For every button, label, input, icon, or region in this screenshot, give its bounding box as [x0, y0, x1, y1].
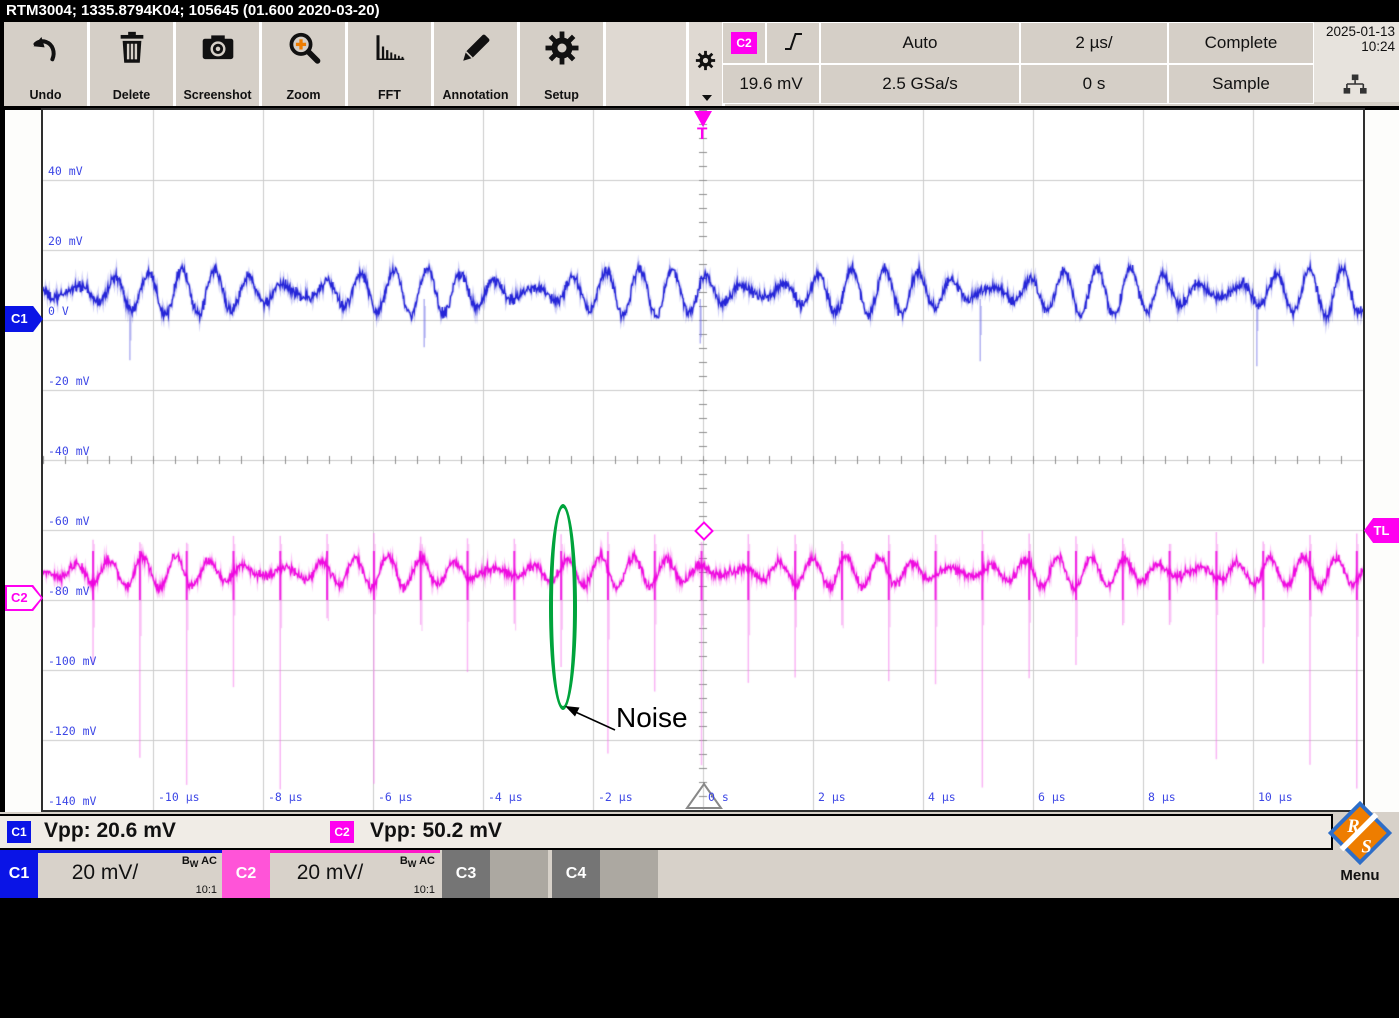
magnifier-icon — [262, 30, 345, 71]
channel-c1-settings[interactable]: 20 mV/ BW AC 10:1 — [38, 850, 222, 898]
trigger-mode-cell[interactable]: Auto — [820, 22, 1020, 64]
y-axis-label: 0 V — [48, 304, 69, 318]
annotation-button[interactable]: Annotation — [434, 22, 520, 106]
acquisition-state-cell: Complete — [1168, 22, 1314, 64]
undo-icon — [4, 30, 87, 71]
y-axis-label: 40 mV — [48, 164, 83, 178]
chevron-down-icon — [702, 95, 712, 101]
horizontal-position-cell[interactable]: 0 s — [1020, 64, 1168, 104]
trigger-t-label: T — [697, 124, 707, 144]
channel-c2-settings[interactable]: 20 mV/ BW AC 10:1 — [270, 850, 440, 898]
x-axis-label: 4 µs — [928, 790, 956, 804]
acquisition-mode-cell[interactable]: Sample — [1168, 64, 1314, 104]
x-axis-label: -4 µs — [488, 790, 523, 804]
noise-annotation-ellipse — [549, 504, 577, 710]
channel-c3-settings[interactable] — [490, 850, 548, 898]
c2-position-marker[interactable]: C2 — [5, 585, 43, 611]
channel-c3-button[interactable]: C3 — [442, 850, 490, 898]
noise-annotation-arrow — [555, 700, 621, 741]
menu-button[interactable]: RS Menu — [1322, 798, 1398, 898]
rising-edge-icon — [781, 29, 805, 58]
timebase-cell[interactable]: 2 µs/ — [1020, 22, 1168, 64]
x-axis-label: -2 µs — [598, 790, 633, 804]
time-text: 10:24 — [1314, 39, 1395, 54]
y-axis-label: -80 mV — [48, 584, 90, 598]
plot-area: T Noise 40 mV 20 mV 0 V -20 mV -40 mV -60 mV -… — [41, 108, 1365, 812]
datetime-display: 2025-01-13 10:24 — [1314, 22, 1399, 102]
measurement-bar: C1 Vpp: 20.6 mV C2 Vpp: 50.2 mV — [0, 814, 1333, 850]
trigger-level-cell[interactable]: 19.6 mV — [722, 64, 820, 104]
fft-button[interactable]: FFT — [348, 22, 434, 106]
svg-text:S: S — [1361, 837, 1371, 858]
channel-c4-settings[interactable] — [600, 850, 658, 898]
y-axis-label: -140 mV — [48, 794, 96, 808]
window-title: RTM3004; 1335.8794K04; 105645 (01.600 20… — [0, 0, 1399, 22]
pencil-icon — [434, 30, 517, 71]
svg-text:R: R — [1346, 816, 1359, 837]
undo-button[interactable]: Undo — [4, 22, 90, 106]
network-icon — [1342, 73, 1368, 99]
c1-scale-label: 20 mV/ — [38, 861, 172, 885]
mini-gear-icon — [695, 50, 716, 76]
y-axis-label: -100 mV — [48, 654, 96, 668]
sample-rate-cell: 2.5 GSa/s — [820, 64, 1020, 104]
toolbar-options-button[interactable] — [689, 22, 725, 106]
c1-probe-label: 10:1 — [196, 884, 217, 896]
measurement-c2-value: Vpp: 50.2 mV — [370, 819, 502, 843]
x-axis-label: -6 µs — [378, 790, 413, 804]
fft-spectrum-icon — [348, 30, 431, 71]
trigger-source-badge: C2 — [731, 32, 757, 54]
y-axis-label: 20 mV — [48, 234, 83, 248]
c1-position-marker[interactable]: C1 — [5, 306, 43, 332]
gear-icon — [520, 30, 603, 71]
channel-c1-button[interactable]: C1 — [0, 850, 38, 898]
toolbar: Undo Delete Screenshot Zoom FFT Annotati… — [0, 22, 1399, 110]
channel-c4-button[interactable]: C4 — [552, 850, 600, 898]
x-axis-label: 0 s — [708, 790, 729, 804]
y-axis-label: -40 mV — [48, 444, 90, 458]
x-axis-label: -10 µs — [158, 790, 200, 804]
y-axis-label: -120 mV — [48, 724, 96, 738]
c1-coupling-label: BW AC — [182, 855, 217, 869]
trigger-source-cell[interactable]: C2 — [722, 22, 766, 64]
waveform-display[interactable] — [43, 110, 1363, 810]
y-axis-label: -20 mV — [48, 374, 90, 388]
x-axis-label: 10 µs — [1258, 790, 1293, 804]
zoom-button[interactable]: Zoom — [262, 22, 348, 106]
setup-button[interactable]: Setup — [520, 22, 606, 106]
delete-button[interactable]: Delete — [90, 22, 176, 106]
c2-scale-label: 20 mV/ — [270, 861, 390, 885]
x-axis-label: 8 µs — [1148, 790, 1176, 804]
noise-annotation-label: Noise — [616, 702, 688, 734]
screen-left-edge — [0, 108, 5, 812]
x-axis-label: 6 µs — [1038, 790, 1066, 804]
toolbar-spacer — [606, 22, 689, 106]
x-axis-label: 2 µs — [818, 790, 846, 804]
c2-coupling-label: BW AC — [400, 855, 435, 869]
measurement-c2-badge: C2 — [330, 821, 354, 843]
camera-icon — [176, 30, 259, 71]
measurement-c1-badge: C1 — [7, 821, 31, 843]
trash-icon — [90, 30, 173, 71]
y-axis-label: -60 mV — [48, 514, 90, 528]
x-axis-label: -8 µs — [268, 790, 303, 804]
trigger-slope-cell[interactable] — [766, 22, 820, 64]
channel-c2-button[interactable]: C2 — [222, 850, 270, 898]
date-text: 2025-01-13 — [1314, 24, 1395, 39]
measurement-c1-value: Vpp: 20.6 mV — [44, 819, 176, 843]
screenshot-button[interactable]: Screenshot — [176, 22, 262, 106]
c2-probe-label: 10:1 — [414, 884, 435, 896]
screen-bezel — [0, 898, 1399, 1018]
